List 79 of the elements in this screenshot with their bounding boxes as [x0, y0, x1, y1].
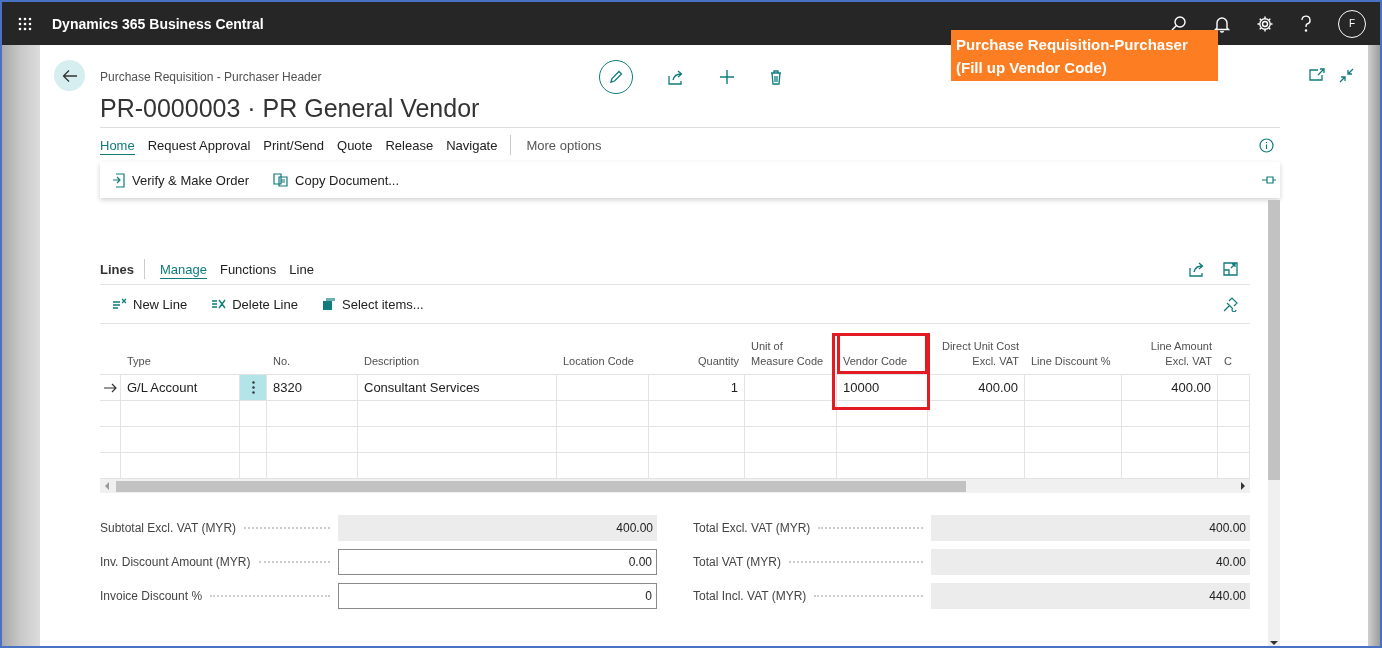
column-header[interactable]: Location Code [563, 353, 634, 368]
search-icon[interactable] [1170, 14, 1188, 33]
info-icon[interactable] [1259, 137, 1274, 153]
total-label: Total Excl. VAT (MYR) [693, 521, 811, 535]
collapse-icon[interactable] [1339, 68, 1354, 83]
horizontal-scrollbar[interactable] [100, 479, 1250, 493]
scroll-down-icon[interactable] [1270, 640, 1278, 646]
total-value: 400.00 [338, 515, 657, 541]
copy-icon [273, 173, 290, 187]
table-cell: 10000 [843, 380, 880, 395]
bell-icon[interactable] [1214, 14, 1230, 33]
document-arrow-icon [112, 172, 126, 188]
total-label: Invoice Discount % [100, 589, 203, 603]
lines-title: Lines [100, 261, 134, 277]
column-header[interactable]: Type [127, 353, 151, 368]
app-title: Dynamics 365 Business Central [52, 15, 264, 32]
filter-pin-icon[interactable] [1223, 296, 1238, 312]
plus-icon[interactable] [719, 69, 736, 85]
table-cell: Consultant Services [364, 380, 480, 395]
lines-tab[interactable]: Manage [159, 259, 207, 279]
more-options-tab[interactable]: More options [526, 135, 602, 155]
column-header[interactable]: Description [364, 353, 420, 368]
lines-tab[interactable]: Line [289, 259, 314, 279]
new-line-icon [112, 298, 127, 310]
total-value: 400.00 [931, 515, 1250, 541]
select-items-icon [322, 297, 336, 311]
delete-line-icon [211, 298, 227, 310]
table-cell: 400.00 [978, 380, 1018, 395]
column-header[interactable]: Line Discount % [1031, 353, 1111, 368]
settings-icon[interactable] [1256, 14, 1274, 33]
input-field[interactable]: 0.00 [338, 549, 657, 575]
total-label: Inv. Discount Amount (MYR) [100, 555, 251, 569]
pin-icon[interactable] [1262, 175, 1276, 185]
help-icon[interactable] [1300, 14, 1312, 33]
column-header[interactable]: No. [273, 353, 291, 368]
action-tab[interactable]: Request Approval [147, 135, 251, 155]
delete-line-action[interactable]: Delete Line [211, 296, 298, 312]
input-field[interactable]: 0 [338, 583, 657, 609]
breadcrumb: Purchase Requisition - Purchaser Header [100, 70, 323, 84]
back-button[interactable] [54, 60, 85, 91]
total-value: 440.00 [931, 583, 1250, 609]
total-label: Total VAT (MYR) [693, 555, 781, 569]
copy-document-action[interactable]: Copy Document... [273, 172, 400, 188]
column-header[interactable]: Line Amount Excl. VAT [1150, 339, 1212, 368]
vertical-scrollbar[interactable] [1268, 200, 1280, 646]
app-launcher-icon[interactable] [18, 16, 32, 31]
share-icon[interactable] [1189, 261, 1205, 277]
action-tab[interactable]: Release [385, 135, 434, 155]
total-label: Subtotal Excl. VAT (MYR) [100, 521, 237, 535]
new-line-action[interactable]: New Line [112, 296, 188, 312]
column-header[interactable]: Vendor Code [843, 353, 908, 368]
total-value: 40.00 [931, 549, 1250, 575]
table-cell: 8320 [273, 380, 302, 395]
table-cell: 1 [730, 380, 738, 395]
share-icon[interactable] [668, 69, 685, 85]
column-header[interactable]: C [1224, 353, 1232, 368]
lines-tab[interactable]: Functions [219, 259, 277, 279]
edit-button[interactable] [599, 60, 634, 94]
table-cell: G/L Account [127, 380, 198, 395]
annotation-callout: Purchase Requisition-Purchaser (Fill up Vendor Code) [951, 30, 1218, 81]
action-tab[interactable]: Navigate [446, 135, 498, 155]
column-header[interactable]: Quantity [698, 353, 739, 368]
open-new-window-icon[interactable] [1309, 68, 1325, 81]
action-tab[interactable]: Quote [337, 135, 373, 155]
expand-icon[interactable] [1223, 262, 1238, 276]
trash-icon[interactable] [770, 69, 783, 85]
page-title: PR-0000003 · PR General Vendor [100, 94, 480, 123]
column-header[interactable]: Unit of Measure Code [751, 339, 824, 368]
select-items-action[interactable]: Select items... [322, 296, 424, 312]
verify-order-action[interactable]: Verify & Make Order [112, 172, 250, 188]
pencil-icon [608, 69, 625, 85]
more-icon[interactable] [251, 381, 255, 394]
column-header[interactable]: Direct Unit Cost Excl. VAT [941, 339, 1019, 368]
action-tab[interactable]: Print/Send [263, 135, 324, 155]
scroll-right-icon[interactable] [1240, 482, 1246, 490]
total-label: Total Incl. VAT (MYR) [693, 589, 807, 603]
action-tab[interactable]: Home [100, 135, 135, 155]
back-arrow-icon [61, 68, 78, 83]
table-cell: 400.00 [1171, 380, 1211, 395]
